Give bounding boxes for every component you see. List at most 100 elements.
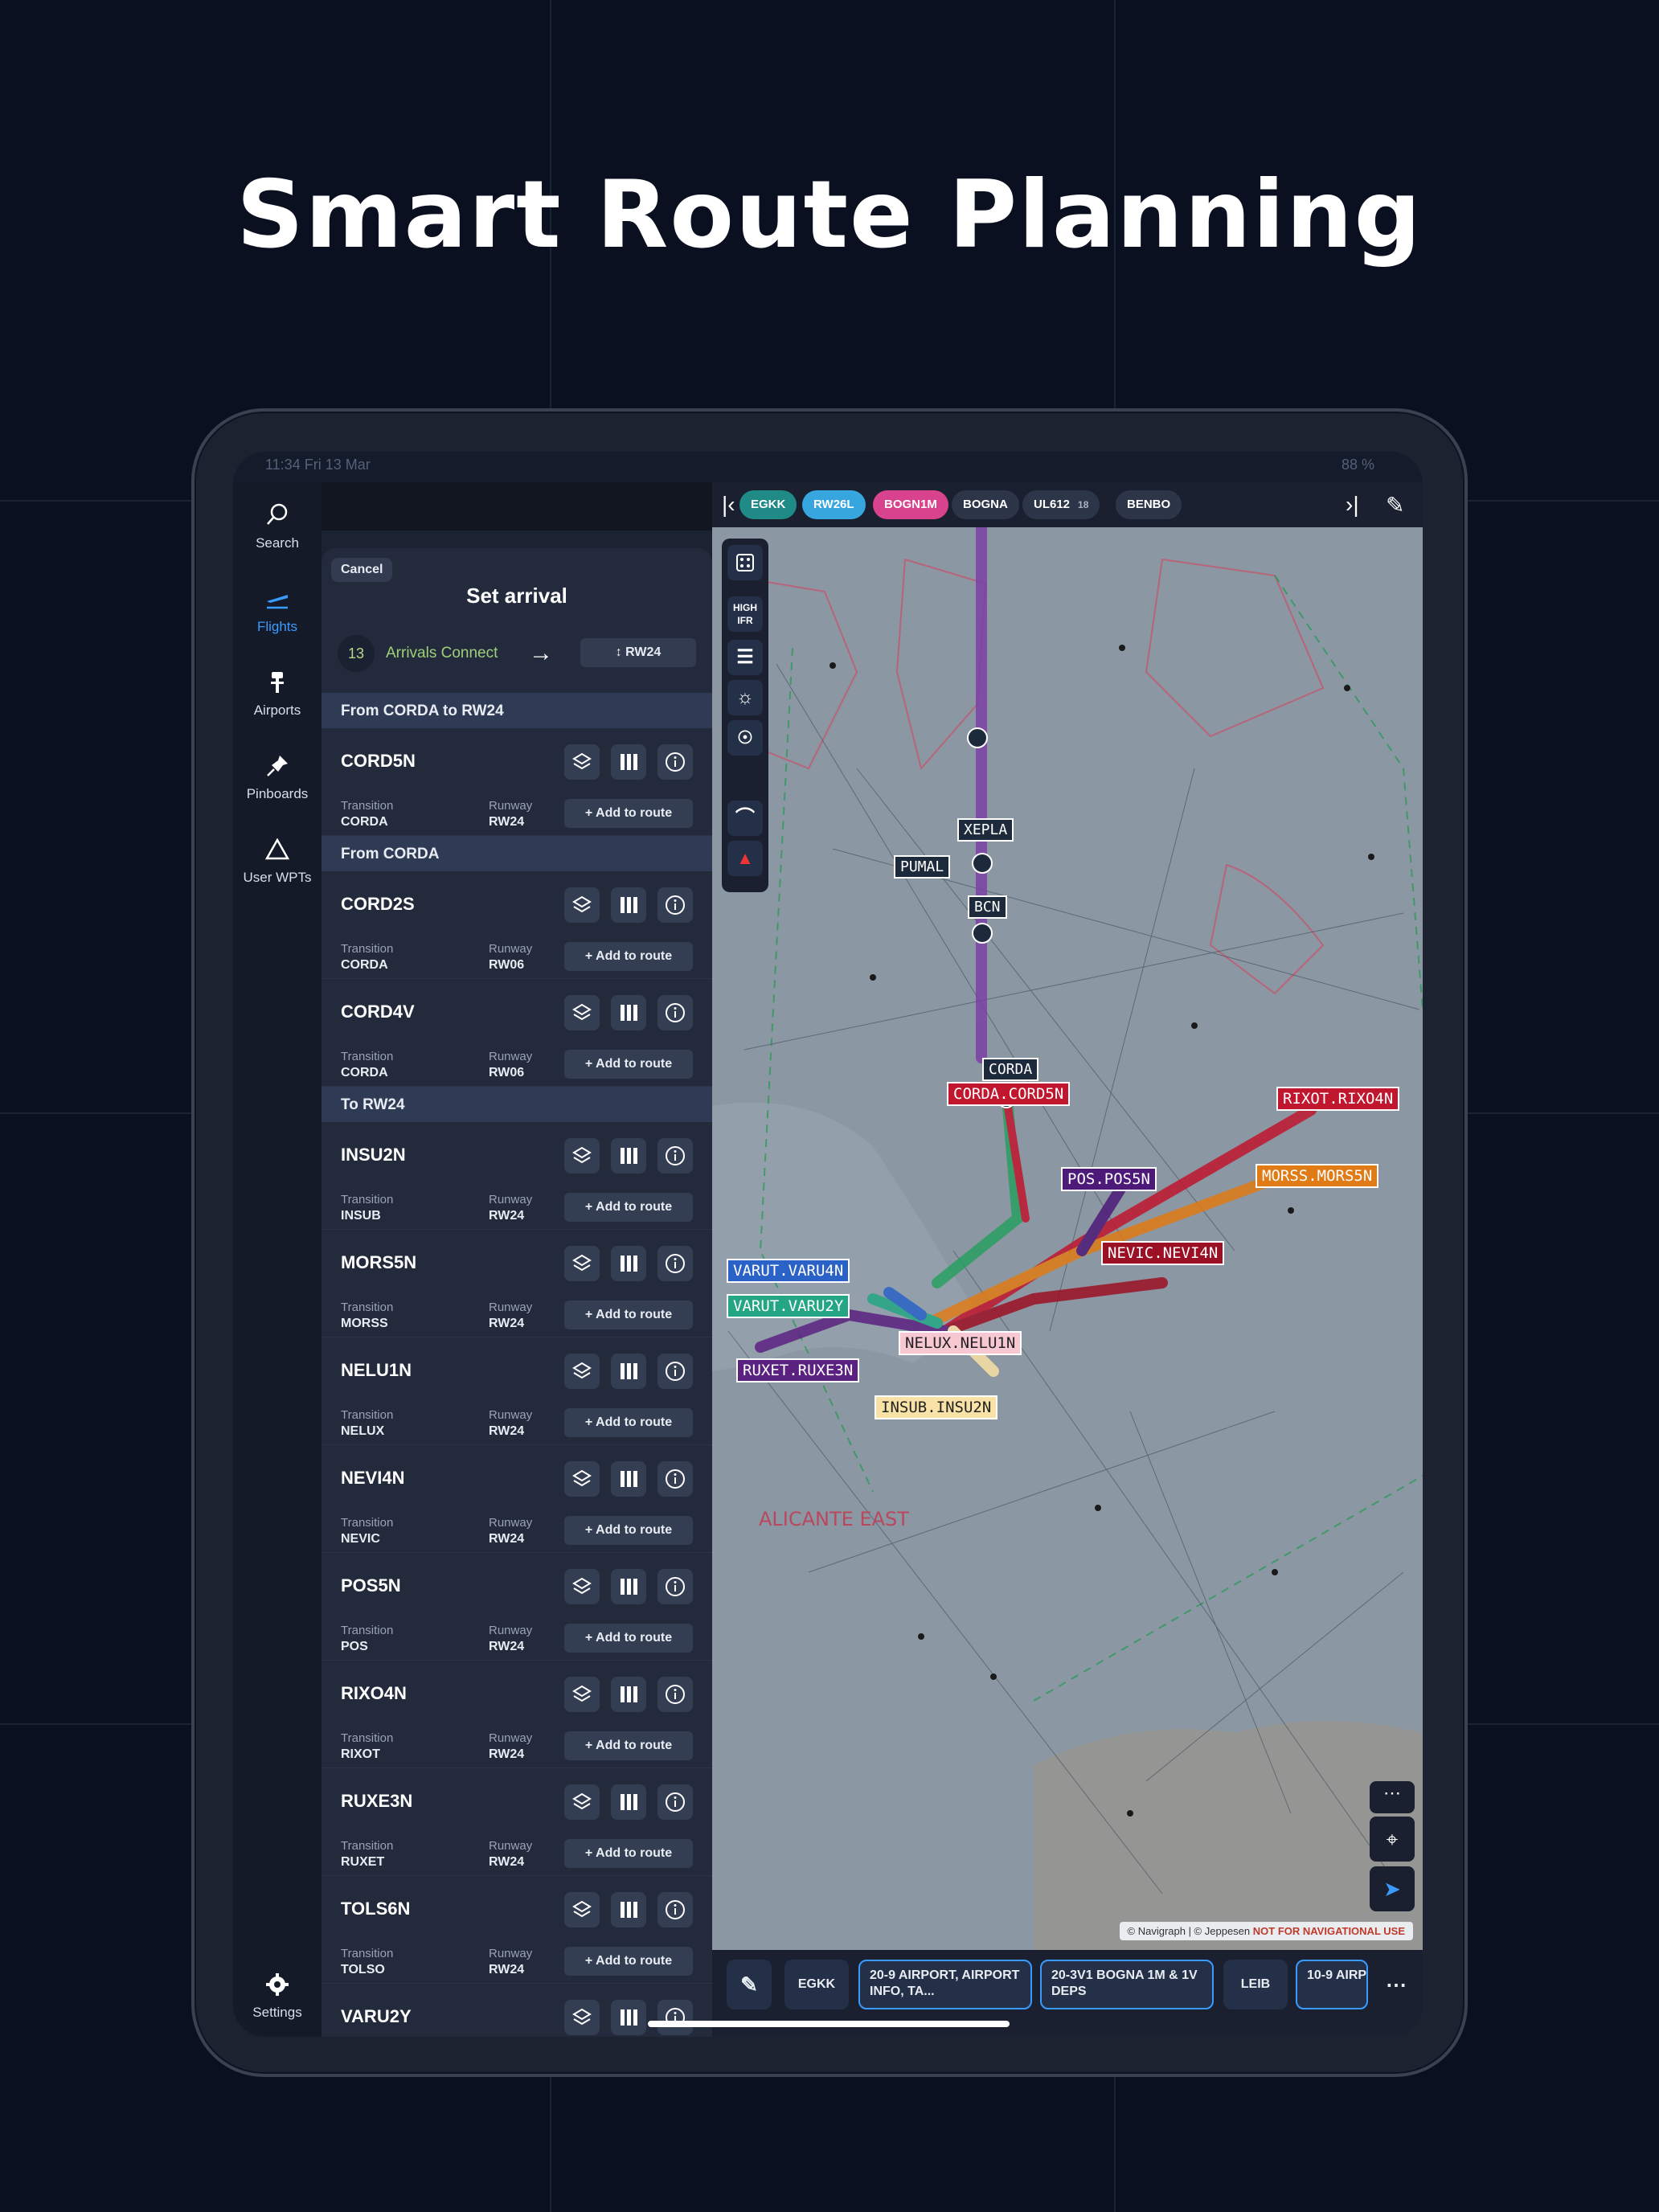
rail-item-user-wpts[interactable]: User WPTs xyxy=(233,836,322,886)
procedure-row[interactable]: RIXO4N Transition RIXOT Runway RW24 + Ad… xyxy=(322,1661,712,1768)
waypoint-label[interactable]: CORDA xyxy=(982,1058,1039,1081)
map-view-icon[interactable] xyxy=(611,1569,646,1604)
route-chip[interactable]: UL612 18 xyxy=(1022,490,1100,519)
info-icon[interactable] xyxy=(657,1354,693,1389)
waypoint-label[interactable]: PUMAL xyxy=(894,855,951,879)
map-view-icon[interactable] xyxy=(611,1138,646,1174)
procedure-row[interactable]: CORD4V Transition CORDA Runway RW06 + Ad… xyxy=(322,979,712,1087)
procedure-row[interactable]: CORD2S Transition CORDA Runway RW06 + Ad… xyxy=(322,871,712,979)
chart-layers-icon[interactable] xyxy=(564,1246,600,1281)
info-icon[interactable] xyxy=(657,1246,693,1281)
chart-card[interactable]: 20-9 AIRPORT, AIRPORT INFO, TA... xyxy=(858,1960,1032,2009)
chart-layers-icon[interactable] xyxy=(564,1784,600,1820)
notes-icon[interactable]: ✎ xyxy=(727,1960,772,2009)
map-view-icon[interactable] xyxy=(611,1461,646,1497)
brightness-icon[interactable]: ☼ xyxy=(727,680,763,715)
add-to-route-button[interactable]: + Add to route xyxy=(564,1839,693,1868)
add-to-route-button[interactable]: + Add to route xyxy=(564,1408,693,1437)
route-chip[interactable]: BOGN1M xyxy=(873,490,948,519)
info-icon[interactable] xyxy=(657,887,693,923)
cancel-button[interactable]: Cancel xyxy=(331,558,393,582)
chart-card[interactable]: 20-3V1 BOGNA 1M & 1V DEPS xyxy=(1040,1960,1214,2009)
map-view-icon[interactable] xyxy=(611,995,646,1030)
airport-tab[interactable]: LEIB xyxy=(1223,1960,1288,2009)
map-view-icon[interactable] xyxy=(611,1354,646,1389)
enroute-map[interactable]: PUMAL XEPLA BCN CORDA CORDA.CORD5N RIXOT… xyxy=(712,527,1423,1950)
info-icon[interactable] xyxy=(657,1461,693,1497)
map-view-icon[interactable] xyxy=(611,1892,646,1927)
add-to-route-button[interactable]: + Add to route xyxy=(564,1193,693,1222)
route-arc-icon[interactable]: ⌒ xyxy=(727,801,763,836)
last-icon[interactable]: ›| xyxy=(1346,492,1359,518)
chart-layers-icon[interactable] xyxy=(564,1892,600,1927)
map-view-icon[interactable] xyxy=(611,2000,646,2035)
info-icon[interactable] xyxy=(657,1677,693,1712)
rail-item-flights[interactable]: Flights xyxy=(233,585,322,635)
chart-layers-icon[interactable] xyxy=(564,2000,600,2035)
procedure-label[interactable]: RUXET.RUXE3N xyxy=(736,1358,860,1382)
map-view-icon[interactable] xyxy=(611,744,646,780)
procedure-row[interactable]: MORS5N Transition MORSS Runway RW24 + Ad… xyxy=(322,1230,712,1337)
info-icon[interactable] xyxy=(657,1784,693,1820)
procedure-row[interactable]: TOLS6N Transition TOLSO Runway RW24 + Ad… xyxy=(322,1876,712,1984)
procedure-label[interactable]: VARUT.VARU2Y xyxy=(727,1294,850,1318)
procedure-label[interactable]: MORSS.MORS5N xyxy=(1256,1164,1379,1188)
info-icon[interactable] xyxy=(657,1138,693,1174)
add-to-route-button[interactable]: + Add to route xyxy=(564,1516,693,1545)
map-view-icon[interactable] xyxy=(611,1677,646,1712)
airport-tab[interactable]: EGKK xyxy=(784,1960,849,2009)
chart-layers-icon[interactable] xyxy=(564,1677,600,1712)
map-view-icon[interactable] xyxy=(611,1784,646,1820)
route-chip[interactable]: EGKK xyxy=(739,490,797,519)
info-icon[interactable] xyxy=(657,744,693,780)
navigate-icon[interactable]: ➤ xyxy=(1370,1866,1415,1911)
route-chip[interactable]: BENBO xyxy=(1116,490,1182,519)
runway-pill[interactable]: ↕ RW24 xyxy=(580,638,696,667)
arrivals-connect-row[interactable]: 13 Arrivals Connect → ↕ RW24 xyxy=(338,635,696,672)
procedure-label[interactable]: RIXOT.RIXO4N xyxy=(1276,1087,1400,1111)
info-icon[interactable] xyxy=(657,995,693,1030)
waypoint-label[interactable]: XEPLA xyxy=(957,818,1014,842)
add-to-route-button[interactable]: + Add to route xyxy=(564,1731,693,1760)
compass-icon[interactable]: ▲ xyxy=(727,841,763,876)
chart-layers-icon[interactable] xyxy=(564,887,600,923)
procedure-row[interactable]: NEVI4N Transition NEVIC Runway RW24 + Ad… xyxy=(322,1445,712,1553)
add-to-route-button[interactable]: + Add to route xyxy=(564,1624,693,1653)
procedure-label[interactable]: POS.POS5N xyxy=(1061,1167,1157,1191)
add-to-route-button[interactable]: + Add to route xyxy=(564,1050,693,1079)
add-to-route-button[interactable]: + Add to route xyxy=(564,1301,693,1329)
map-view-icon[interactable] xyxy=(611,1246,646,1281)
rail-item-pinboards[interactable]: Pinboards xyxy=(233,752,322,802)
chart-card[interactable]: 10-9 AIRPORT I... xyxy=(1296,1960,1368,2009)
chart-layers-icon[interactable] xyxy=(564,744,600,780)
procedure-row[interactable]: NELU1N Transition NELUX Runway RW24 + Ad… xyxy=(322,1337,712,1445)
procedure-label[interactable]: VARUT.VARU4N xyxy=(727,1259,850,1283)
procedure-row[interactable]: VARU2Y xyxy=(322,1984,712,2037)
chart-layers-icon[interactable] xyxy=(564,1569,600,1604)
layers-icon[interactable]: ☰ xyxy=(727,640,763,675)
procedure-row[interactable]: INSU2N Transition INSUB Runway RW24 + Ad… xyxy=(322,1122,712,1230)
procedure-label[interactable]: NEVIC.NEVI4N xyxy=(1101,1241,1225,1265)
edit-icon[interactable]: ✎ xyxy=(1386,492,1404,518)
rail-item-settings[interactable]: Settings xyxy=(233,1971,322,2021)
first-icon[interactable]: |‹ xyxy=(722,492,735,518)
route-chip[interactable]: BOGNA xyxy=(952,490,1019,519)
procedure-label[interactable]: CORDA.CORD5N xyxy=(947,1082,1071,1106)
rail-item-airports[interactable]: Airports xyxy=(233,669,322,719)
map-view-icon[interactable] xyxy=(611,887,646,923)
add-to-route-button[interactable]: + Add to route xyxy=(564,1947,693,1976)
more-icon[interactable]: ⋯ xyxy=(1376,1960,1416,2009)
chart-layers-icon[interactable] xyxy=(564,995,600,1030)
add-to-route-button[interactable]: + Add to route xyxy=(564,942,693,971)
locate-icon[interactable]: ⌖ xyxy=(1370,1817,1415,1862)
info-icon[interactable] xyxy=(657,1892,693,1927)
procedure-row[interactable]: RUXE3N Transition RUXET Runway RW24 + Ad… xyxy=(322,1768,712,1876)
add-to-route-button[interactable]: + Add to route xyxy=(564,799,693,828)
procedure-row[interactable]: POS5N Transition POS Runway RW24 + Add t… xyxy=(322,1553,712,1661)
rail-item-search[interactable]: Search xyxy=(233,502,322,551)
chart-layers-icon[interactable] xyxy=(564,1354,600,1389)
globe-icon[interactable]: ☉ xyxy=(727,720,763,756)
chart-layers-icon[interactable] xyxy=(564,1138,600,1174)
widgets-icon[interactable] xyxy=(727,545,763,580)
chart-layers-icon[interactable] xyxy=(564,1461,600,1497)
